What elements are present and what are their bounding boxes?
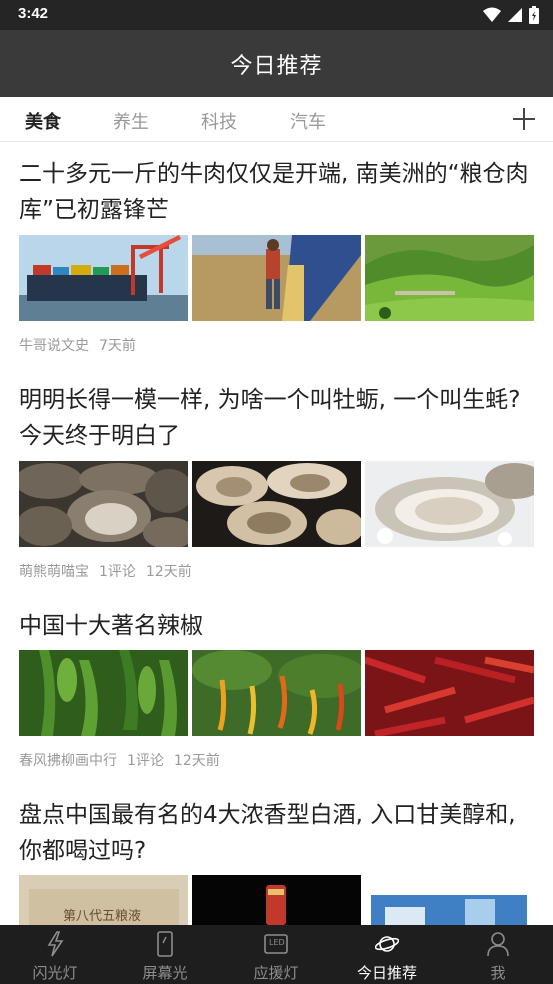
- article-images: [19, 235, 535, 321]
- comment-count: 1评论: [99, 564, 136, 580]
- app-header: 今日推荐: [0, 30, 553, 97]
- status-time: 3:42: [18, 5, 49, 22]
- article-time: 12天前: [145, 564, 192, 580]
- phone-screen-icon: [157, 931, 173, 957]
- grilled-oysters-image: [19, 461, 188, 547]
- nav-screen-light[interactable]: 屏幕光: [110, 925, 220, 984]
- liquor-gift-set-image: [365, 875, 534, 925]
- flash-icon: [47, 931, 64, 957]
- red-chilies-image: [365, 650, 534, 736]
- nav-me[interactable]: 我: [443, 925, 553, 984]
- oyster-on-ice-image: [365, 461, 534, 547]
- nav-support-light[interactable]: LED 应援灯: [221, 925, 331, 984]
- article-title: 中国十大著名辣椒: [19, 613, 203, 639]
- article-meta: 萌熊萌喵宝 1评论 12天前: [19, 561, 202, 581]
- nav-label: 我: [490, 964, 506, 982]
- tab-food[interactable]: 美食: [25, 108, 61, 134]
- planet-icon: [375, 936, 399, 952]
- article-meta: 春风拂柳画中行 1评论 12天前: [19, 750, 230, 770]
- article-images: 第八代五粮液: [19, 875, 535, 925]
- article-source: 春风拂柳画中行: [19, 753, 117, 769]
- article-title: 盘点中国最有名的4大浓香型白酒, 入口甘美醇和, 你都喝过吗?: [19, 802, 516, 864]
- status-bar: 3:42: [0, 0, 553, 30]
- page-title: 今日推荐: [230, 53, 323, 79]
- raw-oysters-image: [192, 461, 361, 547]
- status-icons: [483, 6, 539, 24]
- nav-label: 屏幕光: [142, 964, 188, 982]
- article-time: 12天前: [173, 753, 220, 769]
- liquor-bottle-image: [192, 875, 361, 925]
- tab-tech[interactable]: 科技: [201, 108, 237, 134]
- nav-label: 今日推荐: [356, 964, 417, 982]
- signal-icon: [508, 8, 522, 22]
- green-pasture-image: [365, 235, 534, 321]
- liquor-box-label: 第八代五粮液: [63, 909, 142, 924]
- article-time: 7天前: [99, 338, 136, 354]
- user-icon: [487, 932, 509, 957]
- green-peppers-image: [19, 650, 188, 736]
- article-title: 明明长得一模一样, 为啥一个叫牡蛎, 一个叫生蚝? 今天终于明白了: [19, 387, 521, 449]
- pepper-plants-image: [192, 650, 361, 736]
- add-tab-icon[interactable]: [513, 108, 535, 130]
- article-images: [19, 650, 535, 736]
- bottom-navigation: 闪光灯 屏幕光 LED 应援灯 今日推荐 我: [0, 925, 553, 984]
- category-tabs: 美食 养生 科技 汽车: [0, 97, 553, 142]
- tab-health[interactable]: 养生: [113, 108, 149, 134]
- tab-cars[interactable]: 汽车: [290, 108, 326, 134]
- grain-harvest-image: [192, 235, 361, 321]
- article-title: 二十多元一斤的牛肉仅仅是开端, 南美洲的“粮仓肉库”已初露锋芒: [19, 161, 529, 223]
- cargo-ship-port-image: [19, 235, 188, 321]
- nav-recommend[interactable]: 今日推荐: [332, 925, 442, 984]
- article-source: 萌熊萌喵宝: [19, 564, 89, 580]
- led-icon-label: LED: [269, 938, 285, 947]
- battery-icon: [529, 6, 539, 24]
- nav-flashlight[interactable]: 闪光灯: [0, 925, 110, 984]
- liquor-box-image: 第八代五粮液: [19, 875, 188, 925]
- article-images: [19, 461, 535, 547]
- news-feed[interactable]: 二十多元一斤的牛肉仅仅是开端, 南美洲的“粮仓肉库”已初露锋芒 牛哥说文史 7天…: [0, 142, 553, 925]
- nav-label: 闪光灯: [32, 964, 78, 982]
- nav-label: 应援灯: [253, 964, 299, 982]
- wifi-icon: [483, 7, 501, 22]
- article-source: 牛哥说文史: [19, 338, 89, 354]
- comment-count: 1评论: [127, 753, 164, 769]
- article-meta: 牛哥说文史 7天前: [19, 335, 146, 355]
